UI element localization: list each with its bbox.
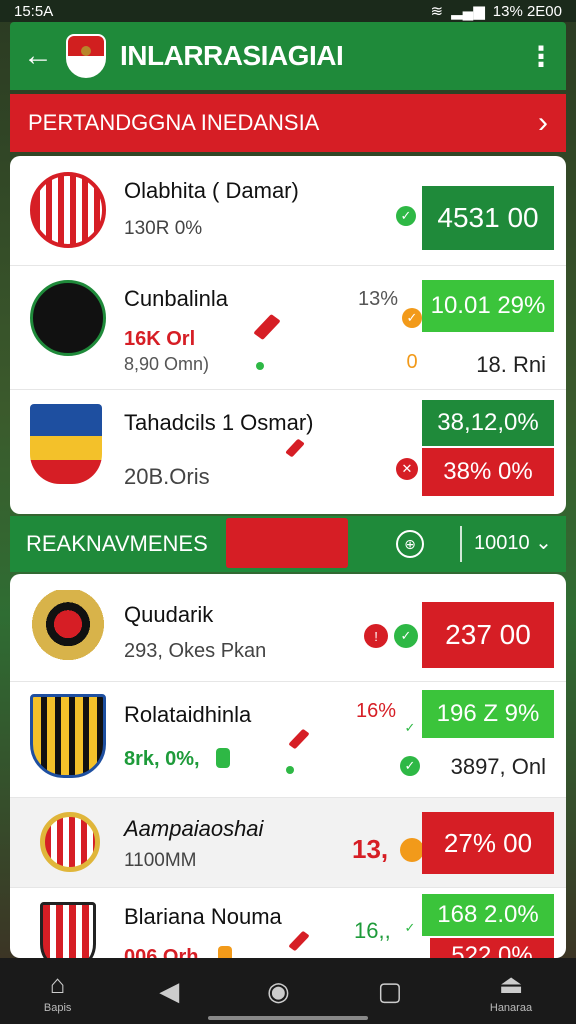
flag-icon (288, 930, 310, 952)
status-time: 15:5A (14, 2, 54, 20)
team-name: Tahadcils 1 Osmar) (124, 410, 314, 435)
team-name: Rolataidhinla (124, 702, 252, 727)
team-crest-icon (30, 280, 106, 356)
flag-icon (253, 313, 281, 341)
bag-icon (218, 946, 232, 958)
list-item[interactable]: Cunbalinla 13% ✓ 10.01 29% 16K Orl 8,90 … (10, 266, 566, 390)
team-subtext: 130R 0% (124, 218, 203, 239)
battery-text: 13% 2E00 (492, 2, 562, 20)
app-bar: ← INLARRASIAGIAI ⋮ (10, 22, 566, 90)
bag-icon (216, 748, 230, 768)
section-tab-highlight[interactable] (226, 518, 348, 568)
chevron-right-icon: › (538, 106, 548, 139)
list-item[interactable]: Olabhita ( Damar) 130R 0% ✓ 4531 00 (10, 156, 566, 266)
match-card-2: Quudarik 293, Okes Pkan ! ✓ 237 00 Rolat… (10, 574, 566, 958)
odds-value[interactable]: 10.01 29% (422, 280, 554, 332)
nav-profile[interactable]: ⏏ Hanaraa (490, 969, 532, 1014)
triangle-icon: ◀ (159, 975, 180, 1006)
list-item[interactable]: Tahadcils 1 Osmar) 20B.Oris ✕ 38,12,0% 3… (10, 390, 566, 514)
filter-select[interactable]: 10010 ⌄ (474, 530, 552, 555)
square-icon: ▢ (377, 975, 403, 1006)
signal-icon: ▂▄▆ (451, 3, 485, 20)
circle-icon: ◉ (267, 975, 290, 1006)
check-icon: ✓ (404, 920, 416, 935)
team-name: Olabhita ( Damar) (124, 178, 299, 203)
secondary-value: 18. Rni (476, 352, 546, 377)
odds-value[interactable]: 196 Z 9% (422, 690, 554, 738)
nav-back[interactable]: ◀ (159, 976, 179, 1007)
odds-value-2[interactable]: 522 0% (422, 938, 554, 958)
team-crest-icon (30, 590, 106, 666)
team-subtext: 293, Okes Pkan (124, 640, 267, 662)
check-icon: ✓ (396, 206, 416, 226)
check-icon: ✓ (402, 308, 422, 328)
team-percent: 16,, (354, 918, 391, 943)
odds-value-2[interactable]: 38% 0% (422, 448, 554, 496)
odds-value[interactable]: 4531 00 (422, 186, 554, 250)
nav-center[interactable]: ◉ (267, 976, 290, 1007)
list-item[interactable]: Aampaiaoshai 1100MM 13, 27% 00 (10, 798, 566, 888)
section-title-1: PERTANDGGNA INEDANSIA (28, 110, 320, 135)
list-item[interactable]: Quudarik 293, Okes Pkan ! ✓ 237 00 (10, 574, 566, 682)
home-indicator (208, 1016, 368, 1020)
flag-icon (285, 438, 305, 458)
nav-label: Bapis (43, 1001, 72, 1014)
team-crest-icon (30, 404, 102, 484)
info-icon: 0 (406, 350, 418, 373)
alert-icon: ! (364, 624, 388, 648)
nav-label: Hanaraa (489, 1001, 533, 1014)
team-crest-icon (30, 694, 106, 778)
team-percent: 16% (356, 700, 397, 722)
team-subtext-2: 8,90 Omn) (124, 354, 210, 374)
list-item[interactable]: Rolataidhinla 16% ✓ 196 Z 9% 8rk, 0%, ✓ … (10, 682, 566, 798)
cancel-icon: ✕ (396, 458, 418, 480)
team-name: Aampaiaoshai (124, 816, 264, 841)
team-subtext: 8rk, 0%, (124, 748, 200, 770)
coin-icon (400, 838, 424, 862)
nav-home[interactable]: ⌂ Bapis (44, 969, 72, 1014)
check-icon: ✓ (394, 624, 418, 648)
status-indicators: ≋ ▂▄▆ 13% 2E00 (430, 2, 562, 21)
section-header-2: REAKNAVMENES ⊕ 10010 ⌄ (10, 516, 566, 572)
team-name: Blariana Nouma (124, 904, 282, 929)
app-title: INLARRASIAGIAI (120, 40, 344, 71)
flag-icon (288, 728, 310, 750)
divider (460, 526, 462, 562)
check-icon: ✓ (400, 756, 420, 776)
team-crest-icon (30, 172, 106, 248)
section-header-1[interactable]: PERTANDGGNA INEDANSIA › (10, 94, 566, 152)
team-percent: 13, (352, 834, 389, 864)
team-subtext: 20B.Oris (124, 464, 210, 489)
list-item[interactable]: Blariana Nouma 16,, ✓ 168 2.0% 006 Orh, … (10, 888, 566, 958)
check-icon: ✓ (404, 720, 416, 735)
overflow-menu-button[interactable]: ⋮ (516, 40, 566, 73)
more-vert-icon: ⋮ (527, 40, 555, 72)
currency-icon[interactable]: ⊕ (396, 530, 424, 558)
status-bar: 15:5A ≋ ▂▄▆ 13% 2E00 (0, 0, 576, 22)
status-dot-icon (256, 362, 264, 370)
secondary-value: 3897, Onl (450, 754, 546, 779)
team-name: Quudarik (124, 602, 214, 627)
team-subtext: 1100MM (124, 850, 197, 871)
odds-value[interactable]: 237 00 (422, 602, 554, 668)
team-crest-icon (40, 812, 100, 872)
odds-value[interactable]: 168 2.0% (422, 894, 554, 936)
profile-icon: ⏏ (498, 968, 524, 999)
bottom-nav: ⌂ Bapis ◀ ◉ ▢ ⏏ Hanaraa (0, 958, 576, 1024)
team-subtext: 16K Orl (124, 328, 196, 350)
nav-recents[interactable]: ▢ (378, 976, 403, 1007)
wifi-icon: ≋ (430, 3, 444, 20)
team-crest-icon (40, 902, 96, 958)
back-button[interactable]: ← (10, 22, 66, 90)
match-card-1: Olabhita ( Damar) 130R 0% ✓ 4531 00 Cunb… (10, 156, 566, 514)
team-percent: 13% (358, 288, 399, 310)
arrow-left-icon: ← (23, 39, 53, 72)
status-dot-icon (286, 766, 294, 774)
odds-value[interactable]: 38,12,0% (422, 400, 554, 446)
app-logo (66, 34, 106, 78)
team-name: Cunbalinla (124, 286, 228, 311)
team-subtext: 006 Orh, (124, 946, 205, 958)
home-icon: ⌂ (49, 968, 66, 999)
odds-value[interactable]: 27% 00 (422, 812, 554, 874)
